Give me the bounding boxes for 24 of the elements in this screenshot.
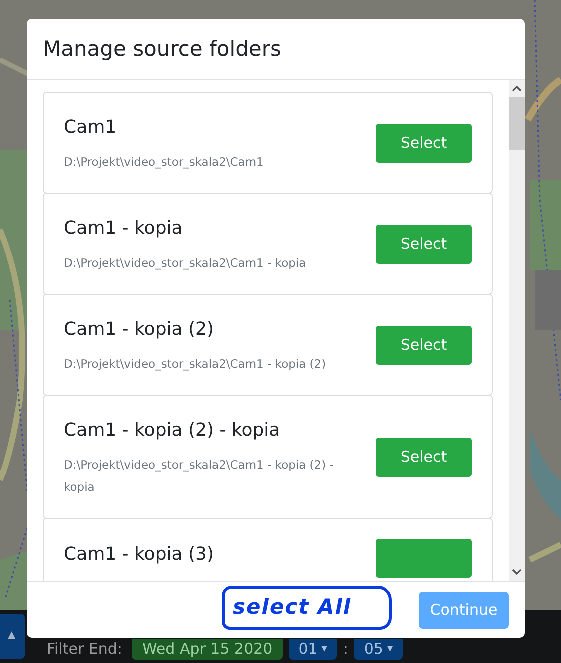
scrollbar[interactable] [509,80,525,581]
hour-dropdown[interactable]: 01 ▾ [288,639,338,660]
folder-path: D:\Projekt\video_stor_skala2\Cam1 - kopia [64,255,306,272]
folder-path: D:\Projekt\video_stor_skala2\Cam1 [64,154,264,171]
folder-name: Cam1 - kopia (3) [64,542,214,566]
date-button[interactable]: Wed Apr 15 2020 [132,639,283,660]
folder-name: Cam1 - kopia (2) - kopia [64,419,280,443]
folder-name: Cam1 [64,116,117,140]
folder-name: Cam1 - kopia [64,217,183,241]
scroll-thumb[interactable] [509,97,525,150]
select-button[interactable]: Select [376,326,472,364]
select-button[interactable]: Select [376,438,472,476]
filter-label: Filter End: [47,640,122,660]
folder-name: Cam1 - kopia (2) [64,318,214,342]
collapse-button[interactable]: ▲ [0,614,25,659]
folder-path: D:\Projekt\video_stor_skala2\Cam1 - kopia (2) [64,356,326,373]
folder-path: D:\Projekt\video_stor_skala2\Cam1 - kopia (2) - kopia [64,457,334,496]
modal-title: Manage source folders [43,37,282,61]
select-button[interactable]: Select [376,224,472,264]
select-button[interactable] [376,539,472,578]
select-button[interactable]: Select [376,124,472,162]
time-separator: : [343,640,348,660]
handwritten-note: select All [222,586,392,630]
minute-dropdown[interactable]: 05 ▾ [354,639,404,660]
